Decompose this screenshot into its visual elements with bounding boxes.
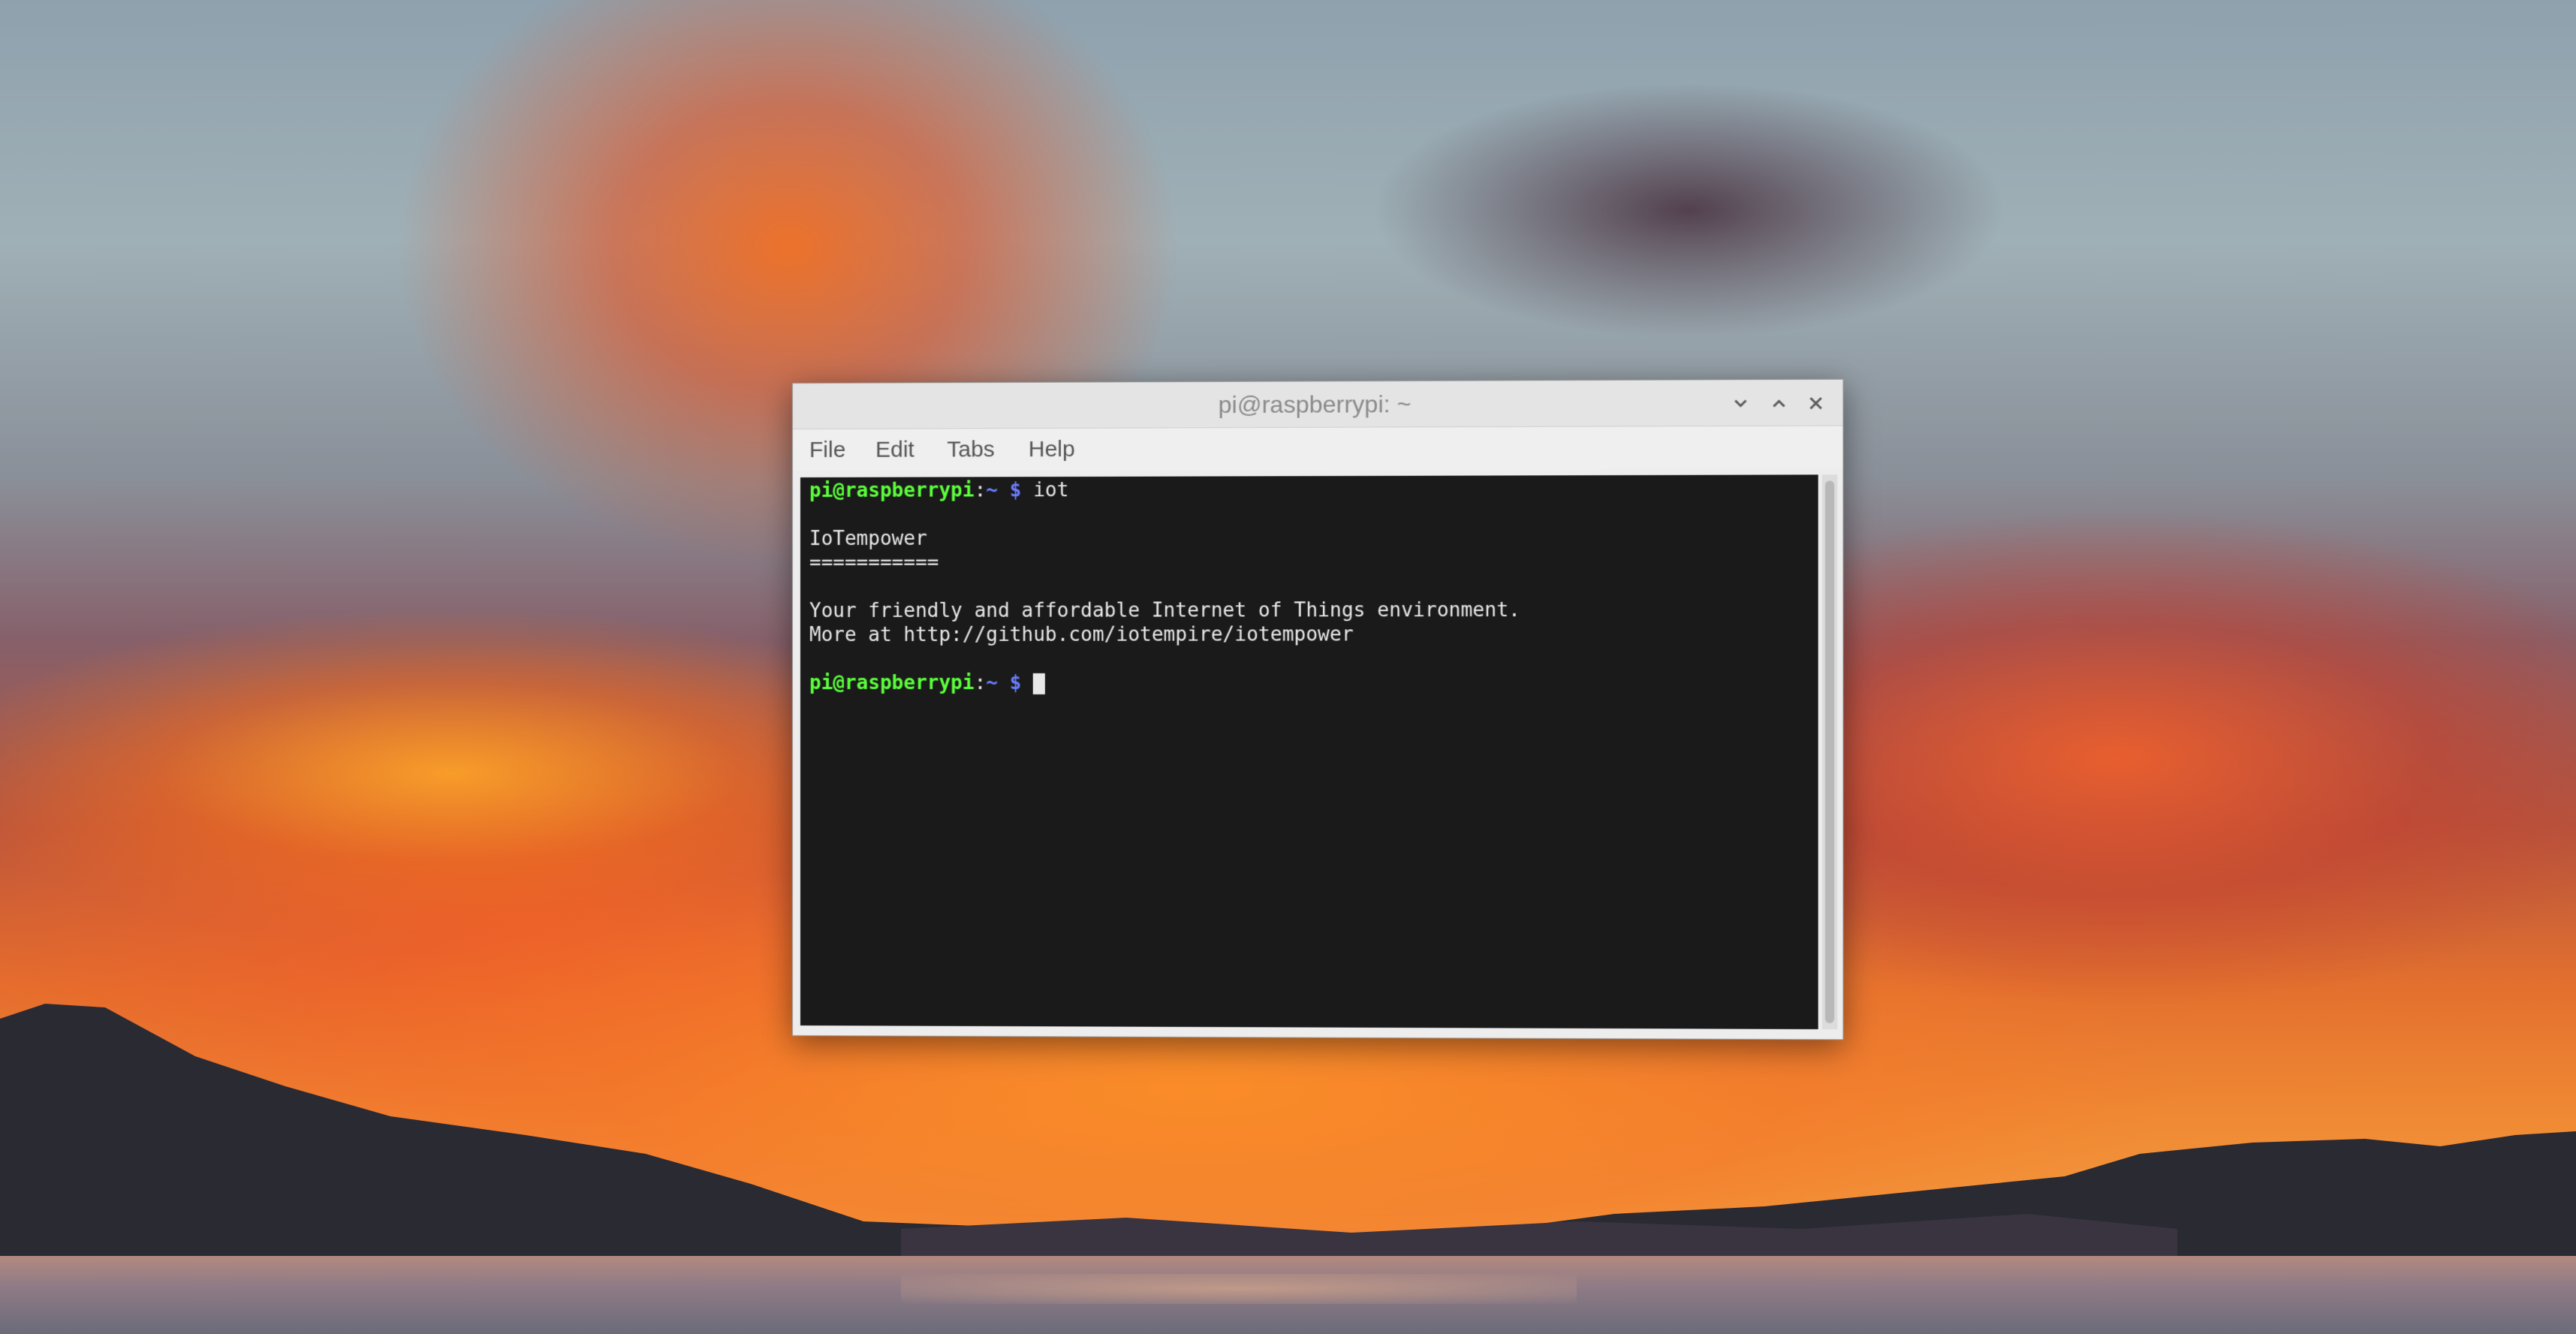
chevron-down-icon <box>1728 390 1754 416</box>
title-bar[interactable]: pi@raspberrypi: ~ <box>792 379 1843 429</box>
terminal-line-command: pi@raspberrypi:~ $ iot <box>809 478 1068 503</box>
maximize-button[interactable] <box>1766 390 1792 417</box>
menu-tabs[interactable]: Tabs <box>947 429 995 471</box>
prompt-user-host: pi@raspberrypi <box>809 479 975 502</box>
output-underline: =========== <box>809 551 939 574</box>
chevron-up-icon <box>1766 390 1792 417</box>
prompt-path: ~ $ <box>986 671 1022 694</box>
minimize-button[interactable] <box>1728 390 1754 416</box>
lake-reflection <box>901 1274 1577 1304</box>
menu-file[interactable]: File <box>809 429 845 471</box>
output-heading: IoTempower <box>809 527 927 550</box>
prompt-separator: : <box>974 479 987 502</box>
terminal-output-area[interactable]: pi@raspberrypi:~ $ iot IoTempower ======… <box>800 474 1818 1030</box>
terminal-line-prompt: pi@raspberrypi:~ $ <box>809 671 1046 695</box>
scrollbar-thumb[interactable] <box>1824 480 1835 1024</box>
menu-help[interactable]: Help <box>1029 429 1075 471</box>
output-link-line: More at http://github.com/iotempire/iote… <box>809 623 1354 646</box>
output-tagline: Your friendly and affordable Internet of… <box>809 598 1521 622</box>
close-button[interactable] <box>1803 390 1829 417</box>
text-cursor <box>1033 673 1046 694</box>
menu-bar: File Edit Tabs Help <box>792 426 1843 471</box>
command-text: iot <box>1033 479 1069 502</box>
prompt-user-host: pi@raspberrypi <box>809 671 975 694</box>
prompt-path: ~ $ <box>986 479 1022 502</box>
scrollbar[interactable] <box>1821 474 1838 1030</box>
mountain-silhouette <box>0 1004 2576 1259</box>
window-title: pi@raspberrypi: ~ <box>1218 390 1412 419</box>
menu-edit[interactable]: Edit <box>875 429 914 471</box>
prompt-separator: : <box>974 671 987 694</box>
desktop-wallpaper: pi@raspberrypi: ~ File Edit Tabs Help pi… <box>0 0 2576 1334</box>
terminal-window[interactable]: pi@raspberrypi: ~ File Edit Tabs Help pi… <box>792 378 1844 1040</box>
close-icon <box>1803 390 1829 417</box>
